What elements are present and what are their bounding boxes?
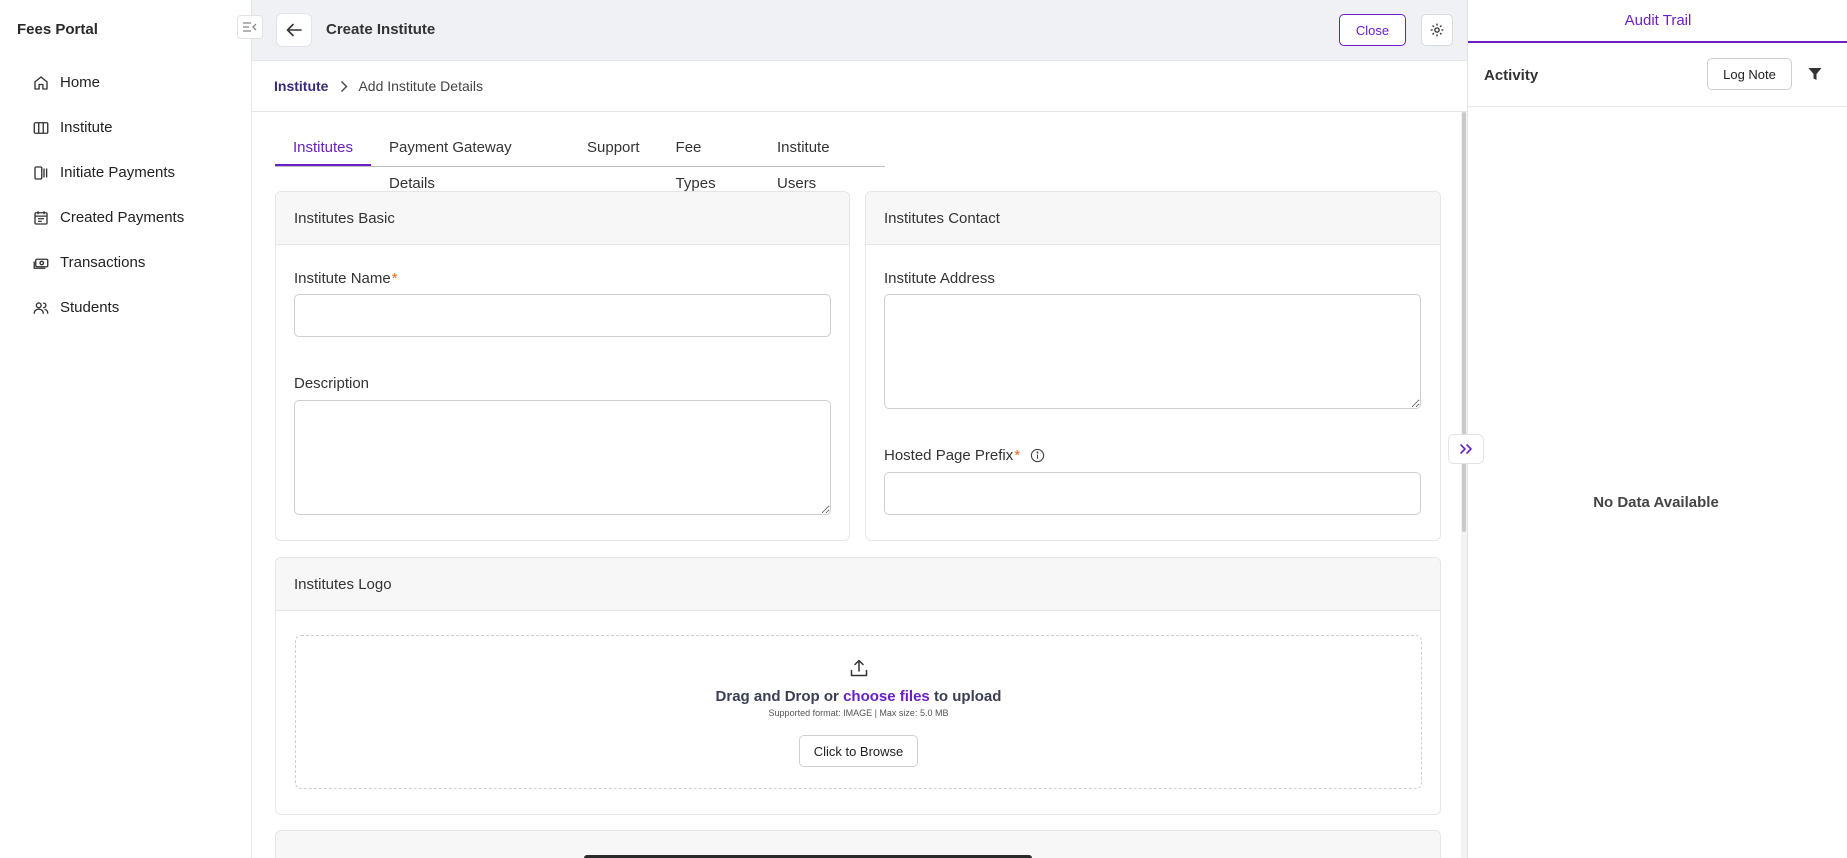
users-icon xyxy=(33,301,49,314)
label-text: Hosted Page Prefix xyxy=(884,447,1014,464)
hosted-page-prefix-input[interactable] xyxy=(884,472,1421,515)
tab-fee-types[interactable]: Fee Types xyxy=(658,130,759,192)
app-title: Fees Portal xyxy=(17,21,98,38)
empty-state-text: No Data Available xyxy=(1593,494,1719,511)
breadcrumb-link-institute[interactable]: Institute xyxy=(274,78,328,94)
sidebar-item-home[interactable]: Home xyxy=(0,60,251,105)
close-button[interactable]: Close xyxy=(1339,14,1406,46)
activity-title: Activity xyxy=(1484,67,1539,84)
next-section-card xyxy=(275,830,1441,858)
institute-address-label: Institute Address xyxy=(884,270,995,287)
institute-address-textarea[interactable] xyxy=(884,294,1421,409)
required-mark: * xyxy=(391,270,398,287)
scrollbar-thumb[interactable] xyxy=(1462,112,1466,532)
collapse-menu-icon xyxy=(243,22,257,32)
payments-icon xyxy=(34,165,48,180)
click-to-browse-button[interactable]: Click to Browse xyxy=(799,735,918,767)
description-textarea[interactable] xyxy=(294,400,831,515)
expand-panel-button[interactable] xyxy=(1448,434,1484,464)
sidebar-item-label: Initiate Payments xyxy=(60,164,176,181)
info-icon[interactable] xyxy=(1030,448,1045,463)
filter-button[interactable] xyxy=(1806,65,1824,83)
log-note-button[interactable]: Log Note xyxy=(1707,58,1792,90)
tab-payment-gateway-details[interactable]: Payment Gateway Details xyxy=(371,130,569,192)
filter-icon xyxy=(1808,68,1822,80)
sidebar-collapse-button[interactable] xyxy=(237,15,263,39)
card-title: Institutes Contact xyxy=(866,192,1440,245)
columns-icon xyxy=(33,121,49,134)
back-button[interactable] xyxy=(276,13,312,47)
sidebar-item-label: Transactions xyxy=(60,254,146,271)
card-title: Institutes Logo xyxy=(276,558,1440,611)
supported-format-text: Supported format: IMAGE | Max size: 5.0 … xyxy=(768,708,949,718)
choose-files-link[interactable]: choose files xyxy=(843,688,930,705)
sidebar-item-institute[interactable]: Institute xyxy=(0,105,251,150)
settings-button[interactable] xyxy=(1421,14,1453,46)
sidebar-item-created-payments[interactable]: Created Payments xyxy=(0,195,251,240)
institutes-contact-card: Institutes Contact Institute Address Hos… xyxy=(865,191,1441,541)
institute-name-input[interactable] xyxy=(294,294,831,337)
top-bar: Create Institute Close xyxy=(252,0,1467,61)
chevron-right-icon xyxy=(340,80,348,93)
sidebar-item-label: Institute xyxy=(60,119,113,136)
drag-drop-text: Drag and Drop or xyxy=(715,688,839,705)
institutes-basic-card: Institutes Basic Institute Name * Descrip… xyxy=(275,191,850,541)
chevrons-right-icon xyxy=(1460,444,1472,454)
institute-name-label: Institute Name * xyxy=(294,270,398,287)
label-text: Institute Name xyxy=(294,270,391,287)
tab-institute-users[interactable]: Institute Users xyxy=(759,130,885,192)
breadcrumb: Institute Add Institute Details xyxy=(252,61,1467,112)
gear-icon xyxy=(1430,23,1444,37)
sidebar-item-label: Created Payments xyxy=(60,209,185,226)
tab-audit-trail[interactable]: Audit Trail xyxy=(1468,0,1847,43)
audit-trail-panel: Audit Trail Activity Log Note No Data Av… xyxy=(1467,0,1847,858)
arrow-left-icon xyxy=(286,23,302,37)
dropzone-text: Drag and Drop or choose files to upload xyxy=(296,688,1421,705)
tab-support[interactable]: Support xyxy=(569,130,658,166)
page-title: Create Institute xyxy=(326,21,436,38)
upload-text: to upload xyxy=(933,688,1002,705)
sidebar-item-initiate-payments[interactable]: Initiate Payments xyxy=(0,150,251,195)
card-title: Institutes Basic xyxy=(276,192,849,245)
upload-icon xyxy=(850,659,868,677)
required-mark: * xyxy=(1014,447,1021,464)
breadcrumb-current: Add Institute Details xyxy=(358,78,483,94)
home-icon xyxy=(34,75,48,90)
activity-header: Activity Log Note xyxy=(1468,43,1847,107)
hosted-page-prefix-label: Hosted Page Prefix * xyxy=(884,447,1045,464)
file-dropzone[interactable]: Drag and Drop or choose files to upload … xyxy=(295,635,1422,789)
sidebar-item-label: Students xyxy=(60,299,120,316)
sidebar-item-students[interactable]: Students xyxy=(0,285,251,330)
sidebar-item-transactions[interactable]: Transactions xyxy=(0,240,251,285)
institutes-logo-card: Institutes Logo Drag and Drop or choose … xyxy=(275,557,1441,815)
sidebar: Fees Portal Home Institute Initiate Paym… xyxy=(0,0,252,858)
description-label: Description xyxy=(294,375,370,392)
calendar-icon xyxy=(34,210,48,225)
sidebar-nav: Home Institute Initiate Payments Created… xyxy=(0,60,251,330)
tab-institutes[interactable]: Institutes xyxy=(275,130,372,166)
cash-icon xyxy=(33,258,49,269)
main-content: Create Institute Close Institute Add Ins… xyxy=(252,0,1467,858)
tab-bar: Institutes Payment Gateway Details Suppo… xyxy=(275,130,885,192)
sidebar-item-label: Home xyxy=(60,74,101,91)
